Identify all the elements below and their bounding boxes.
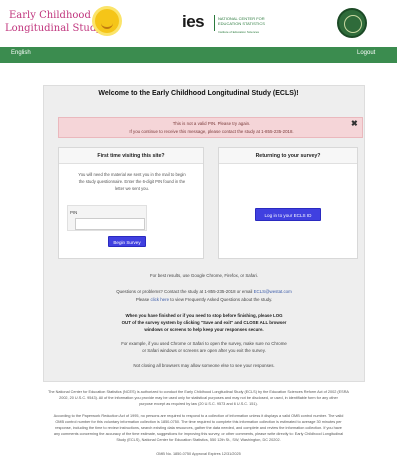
logout-instructions: windows or screens to help keep your res… — [144, 327, 264, 332]
footer-text: OMB control number for this voluntary in… — [55, 420, 342, 424]
first-time-instructions: the study questionnaire. Enter the 6-dig… — [78, 179, 186, 184]
pin-label: PIN — [70, 210, 78, 215]
nav-bar: English Logout — [0, 47, 397, 63]
first-time-heading: First time visiting this site? — [59, 148, 203, 164]
contact-line: Questions or problems? Contact the study… — [43, 289, 365, 294]
error-alert: This is not a valid PIN. Please try agai… — [58, 117, 363, 138]
site-header: Early Childhood Longitudinal Study ies N… — [0, 0, 397, 46]
footer-text: any comments concerning the accuracy of … — [53, 432, 344, 436]
sun-icon — [95, 9, 119, 33]
first-time-instructions: letter we sent you. — [115, 186, 149, 191]
faq-line: Please click here to view Frequently Ask… — [43, 297, 365, 302]
footer-text: According to the Paperwork Reduction Act… — [53, 414, 344, 418]
security-warning: Not closing all browsers may allow someo… — [133, 363, 275, 368]
begin-survey-button[interactable]: Begin Survey — [108, 236, 146, 247]
ies-mark: ies — [182, 12, 205, 31]
footer-text: The National Center for Education Statis… — [48, 390, 349, 394]
browser-example: or Safari windows or screens are open af… — [142, 348, 266, 353]
close-icon[interactable]: ✖ — [351, 119, 358, 128]
first-time-card: First time visiting this site? You will … — [58, 147, 204, 259]
returning-card: Returning to your survey? Log in to your… — [218, 147, 358, 259]
ecls-logo: Early Childhood Longitudinal Study — [3, 7, 119, 41]
page-title: Welcome to the Early Childhood Longitudi… — [98, 90, 299, 97]
faq-text-post: to view Frequently Asked Questions about… — [169, 297, 273, 302]
alert-message: This is not a valid PIN. Please try agai… — [172, 121, 251, 126]
logout-instructions: OUT of the survey system by clicking "Sa… — [121, 320, 287, 325]
returning-heading: Returning to your survey? — [219, 148, 357, 164]
logout-instructions: When you have finished or if you need to… — [125, 313, 283, 318]
browser-example: For example, if you used Chrome or Safar… — [121, 341, 287, 346]
login-button[interactable]: Log in to your ECLS ID — [255, 208, 321, 221]
footer-text: Study (ECLS), National Center for Educat… — [116, 438, 281, 442]
pin-input[interactable] — [75, 218, 145, 230]
omb-number: OMB No. 1850-0750 Approval Expires 12/31… — [156, 452, 241, 456]
logo-text-line2: Longitudinal Study — [5, 23, 102, 34]
faq-link[interactable]: click here — [150, 297, 169, 302]
logout-link[interactable]: Logout — [357, 50, 375, 56]
ies-institute-text: Institute of Education Sciences — [218, 30, 260, 34]
first-time-instructions: You will need the material we sent you i… — [78, 172, 186, 177]
contact-text: Questions or problems? Contact the study… — [116, 289, 254, 294]
language-link[interactable]: English — [11, 50, 31, 56]
ies-divider — [214, 15, 215, 31]
logo-text-line1: Early Childhood — [9, 10, 91, 21]
email-link[interactable]: ECLS@westat.com — [254, 289, 292, 294]
alert-contact-message: If you continue to receive this message,… — [129, 129, 294, 134]
footer-text: response, including the time to review i… — [55, 426, 342, 430]
browser-note: For best results, use Google Chrome, Fir… — [149, 273, 259, 278]
footer-text: purpose except as required by law (20 U.… — [139, 402, 258, 406]
ies-nces-text: NATIONAL CENTER FOR EDUCATION STATISTICS — [218, 16, 265, 26]
footer-text: 2002, 20 U.S.C. 9543). All of the inform… — [59, 396, 338, 400]
ies-logo: ies NATIONAL CENTER FOR EDUCATION STATIS… — [182, 12, 280, 38]
department-seal-icon — [337, 8, 367, 38]
faq-text-pre: Please — [135, 297, 151, 302]
pin-form: PIN — [67, 205, 147, 231]
